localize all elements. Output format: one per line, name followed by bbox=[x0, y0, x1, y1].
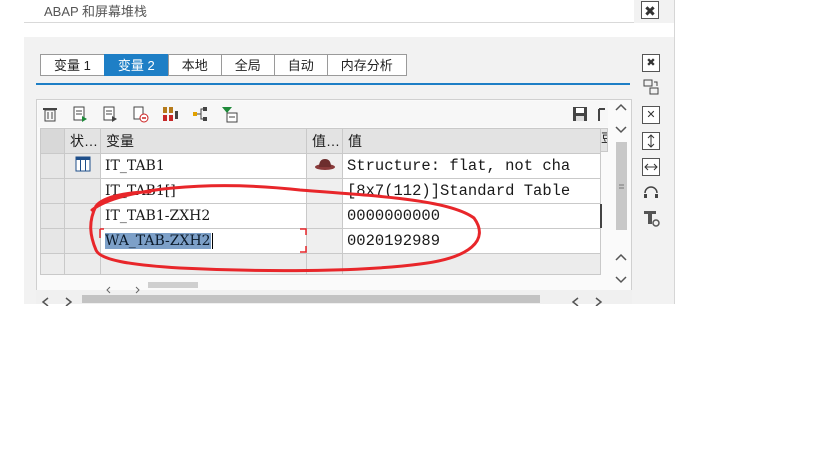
tab-variables-2[interactable]: 变量 2 bbox=[103, 54, 168, 76]
maximize-icon[interactable]: ✕ bbox=[642, 106, 660, 124]
value-type-cell bbox=[306, 228, 343, 254]
selected-variable-text: WA_TAB-ZXH2 bbox=[105, 233, 211, 249]
horizontal-scroll-thumb[interactable] bbox=[82, 295, 540, 303]
variable-name-input[interactable]: WA_TAB-ZXH2 bbox=[100, 228, 307, 254]
grid-scroll-thumb[interactable] bbox=[148, 282, 198, 288]
column-extra-header[interactable]: 豆 bbox=[600, 128, 608, 152]
tab-variables-1[interactable]: 变量 1 bbox=[40, 54, 104, 76]
copy-row-icon[interactable] bbox=[100, 104, 120, 124]
column-variable[interactable]: 变量 bbox=[100, 128, 307, 154]
header-separator bbox=[24, 23, 674, 37]
table-row[interactable]: IT_TAB1[] [8x7(112)]Standard Table bbox=[40, 178, 601, 204]
row-selector[interactable] bbox=[40, 153, 65, 179]
status-cell bbox=[64, 178, 101, 204]
variable-name-cell[interactable]: IT_TAB1 bbox=[100, 153, 307, 179]
column-status[interactable]: 状… bbox=[64, 128, 101, 154]
status-cell bbox=[64, 153, 101, 179]
value-type-cell bbox=[306, 203, 343, 229]
row-selector[interactable] bbox=[40, 253, 65, 275]
value-type-cell bbox=[306, 178, 343, 204]
value-cell[interactable]: 0000000000 bbox=[342, 203, 601, 229]
cell-edge bbox=[600, 204, 607, 228]
tools-icon[interactable] bbox=[642, 208, 660, 228]
value-cell[interactable]: Structure: flat, not cha bbox=[342, 153, 601, 179]
row-selector[interactable] bbox=[40, 228, 65, 254]
close-icon[interactable]: ✖ bbox=[642, 54, 660, 72]
remove-row-icon[interactable] bbox=[130, 104, 150, 124]
table-row[interactable]: IT_TAB1-ZXH2 0000000000 bbox=[40, 203, 601, 229]
tab-auto[interactable]: 自动 bbox=[273, 54, 327, 76]
empty-cell bbox=[64, 253, 101, 275]
hat-icon bbox=[314, 158, 336, 175]
table-row[interactable]: WA_TAB-ZXH2 0020192989 bbox=[40, 228, 601, 254]
value-cell[interactable]: [8x7(112)]Standard Table bbox=[342, 178, 601, 204]
status-cell bbox=[64, 228, 101, 254]
row-selector-header[interactable] bbox=[40, 128, 65, 154]
horizontal-expand-icon[interactable] bbox=[642, 158, 660, 176]
panel-title: ABAP 和屏幕堆栈 bbox=[44, 4, 148, 19]
table-icon bbox=[75, 156, 91, 176]
insert-row-icon[interactable] bbox=[70, 104, 90, 124]
scroll-left-arrows[interactable] bbox=[40, 294, 74, 307]
tab-local[interactable]: 本地 bbox=[167, 54, 221, 76]
variable-name-cell[interactable]: IT_TAB1[] bbox=[100, 178, 307, 204]
status-cell bbox=[64, 203, 101, 229]
empty-cell bbox=[100, 253, 307, 275]
tab-global[interactable]: 全局 bbox=[220, 54, 274, 76]
grid-header-row: 状… 变量 值… 值 bbox=[40, 128, 601, 154]
value-cell[interactable]: 0020192989 bbox=[342, 228, 601, 254]
table-row-empty bbox=[40, 253, 601, 275]
more-icon[interactable] bbox=[596, 104, 608, 124]
value-type-cell bbox=[306, 153, 343, 179]
text-cursor bbox=[211, 233, 213, 249]
table-row[interactable]: IT_TAB1 Structure: flat, not cha bbox=[40, 153, 601, 179]
vertical-expand-icon[interactable] bbox=[642, 132, 660, 150]
swap-icon[interactable] bbox=[642, 184, 660, 202]
row-selector[interactable] bbox=[40, 178, 65, 204]
tab-underline bbox=[36, 83, 630, 85]
tab-memory-analysis[interactable]: 内存分析 bbox=[326, 54, 407, 76]
close-panel-button[interactable]: ✖ bbox=[641, 1, 659, 19]
variables-grid: 状… 变量 值… 值 IT_TAB1 Structure: flat, not … bbox=[40, 128, 601, 275]
variable-tabs: 变量 1 变量 2 本地 全局 自动 内存分析 bbox=[40, 54, 407, 76]
save-icon[interactable] bbox=[570, 104, 590, 124]
vertical-scrollbar[interactable] bbox=[612, 100, 630, 290]
sort-icon[interactable] bbox=[160, 104, 180, 124]
hierarchy-icon[interactable] bbox=[190, 104, 210, 124]
row-selector[interactable] bbox=[40, 203, 65, 229]
inner-scroll-arrows[interactable] bbox=[106, 282, 146, 294]
grid-toolbar bbox=[38, 101, 608, 127]
delete-icon[interactable] bbox=[40, 104, 60, 124]
empty-cell bbox=[306, 253, 343, 275]
scroll-right-arrows[interactable] bbox=[570, 294, 604, 307]
empty-cell bbox=[342, 253, 601, 275]
filter-icon[interactable] bbox=[220, 104, 240, 124]
variable-name-cell[interactable]: IT_TAB1-ZXH2 bbox=[100, 203, 307, 229]
column-value-type[interactable]: 值… bbox=[306, 128, 343, 154]
split-view-icon[interactable] bbox=[642, 78, 660, 96]
column-value[interactable]: 值 bbox=[342, 128, 601, 154]
